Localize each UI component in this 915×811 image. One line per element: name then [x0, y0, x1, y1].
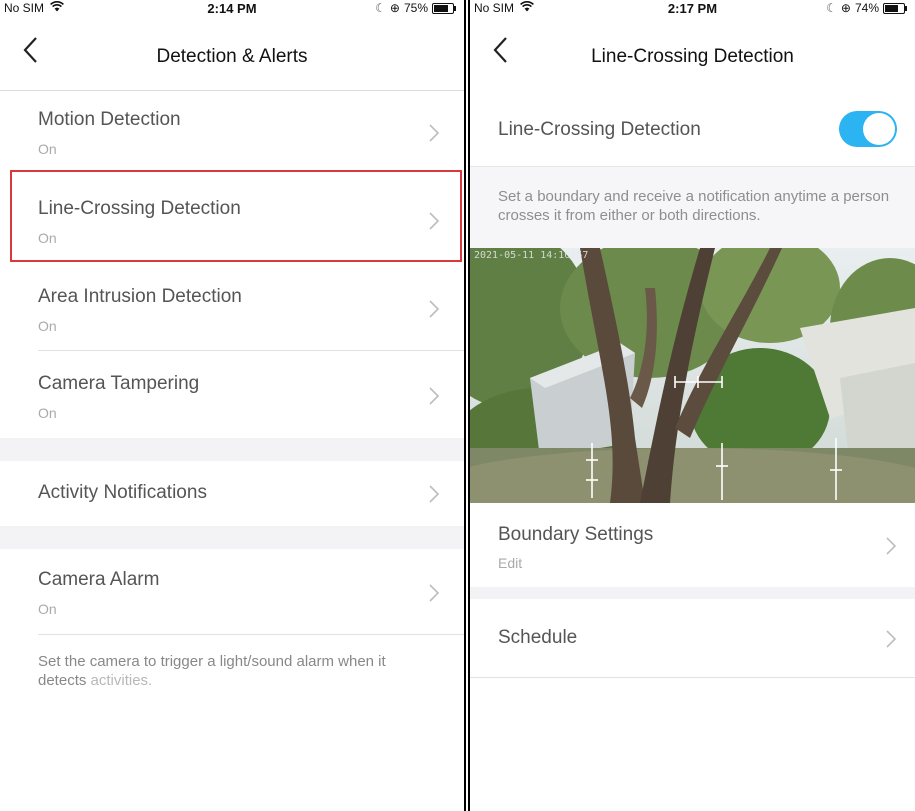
chevron-right-icon	[885, 629, 897, 649]
motion-detection-row[interactable]: Motion Detection On	[0, 91, 464, 173]
row-sub: Edit	[498, 555, 523, 571]
moon-icon: ☾	[375, 1, 386, 15]
line-crossing-detection-screen: No SIM 2:17 PM ☾ ⊕ 74% Line-Crossing Det…	[470, 0, 915, 811]
section-gap	[0, 438, 464, 461]
row-label: Area Intrusion Detection	[38, 286, 242, 307]
row-status: On	[38, 405, 57, 421]
nav-bar: Line-Crossing Detection	[470, 24, 915, 90]
moon-icon: ☾	[826, 1, 837, 15]
status-bar: No SIM 2:14 PM ☾ ⊕ 75%	[0, 0, 464, 18]
page-title: Line-Crossing Detection	[591, 46, 794, 67]
battery-icon	[432, 2, 456, 14]
battery-percent: 75%	[403, 1, 428, 15]
row-status: On	[38, 318, 57, 334]
row-status: On	[38, 601, 57, 617]
row-label: Line-Crossing Detection	[498, 119, 701, 140]
camera-timestamp: 2021-05-11 14:16:57	[474, 250, 589, 261]
selection-highlight	[10, 170, 462, 262]
chevron-right-icon	[885, 536, 897, 556]
activity-notifications-row[interactable]: Activity Notifications	[0, 461, 464, 526]
camera-alarm-row[interactable]: Camera Alarm On	[0, 549, 464, 633]
chevron-right-icon	[428, 484, 440, 504]
chevron-right-icon	[428, 299, 440, 319]
row-label: Boundary Settings	[498, 524, 654, 545]
schedule-row[interactable]: Schedule	[470, 599, 915, 677]
detection-alerts-screen: No SIM 2:14 PM ☾ ⊕ 75% Detection & Alert…	[0, 0, 464, 811]
line-crossing-toggle-row: Line-Crossing Detection	[470, 91, 915, 166]
description-area: Set a boundary and receive a notificatio…	[470, 166, 915, 249]
status-bar: No SIM 2:17 PM ☾ ⊕ 74%	[470, 0, 915, 18]
chevron-right-icon	[428, 583, 440, 603]
toggle-knob	[863, 113, 895, 145]
area-intrusion-detection-row[interactable]: Area Intrusion Detection On	[0, 264, 464, 350]
camera-preview[interactable]: 2021-05-11 14:16:57	[470, 248, 915, 503]
nav-bar: Detection & Alerts	[0, 24, 464, 91]
chevron-right-icon	[428, 123, 440, 143]
boundary-settings-row[interactable]: Boundary Settings Edit	[470, 503, 915, 587]
battery-icon	[883, 2, 907, 14]
battery-percent: 74%	[854, 1, 879, 15]
chevron-right-icon	[428, 386, 440, 406]
row-label: Camera Alarm	[38, 569, 160, 590]
page-title: Detection & Alerts	[156, 46, 308, 67]
camera-scene	[470, 248, 915, 503]
orientation-lock-icon: ⊕	[840, 1, 851, 15]
row-divider	[470, 677, 915, 678]
line-crossing-toggle[interactable]	[839, 111, 897, 147]
camera-alarm-note: Set the camera to trigger a light/sound …	[38, 653, 386, 689]
row-label: Activity Notifications	[38, 482, 207, 503]
section-gap	[0, 526, 464, 549]
section-gap	[470, 587, 915, 599]
row-label: Schedule	[498, 627, 578, 648]
row-label: Camera Tampering	[38, 373, 200, 394]
orientation-lock-icon: ⊕	[389, 1, 400, 15]
camera-tampering-row[interactable]: Camera Tampering On	[0, 351, 464, 437]
row-divider	[38, 634, 464, 635]
row-status: On	[38, 141, 57, 157]
feature-description: Set a boundary and receive a notificatio…	[498, 188, 890, 224]
row-label: Motion Detection	[38, 109, 181, 130]
